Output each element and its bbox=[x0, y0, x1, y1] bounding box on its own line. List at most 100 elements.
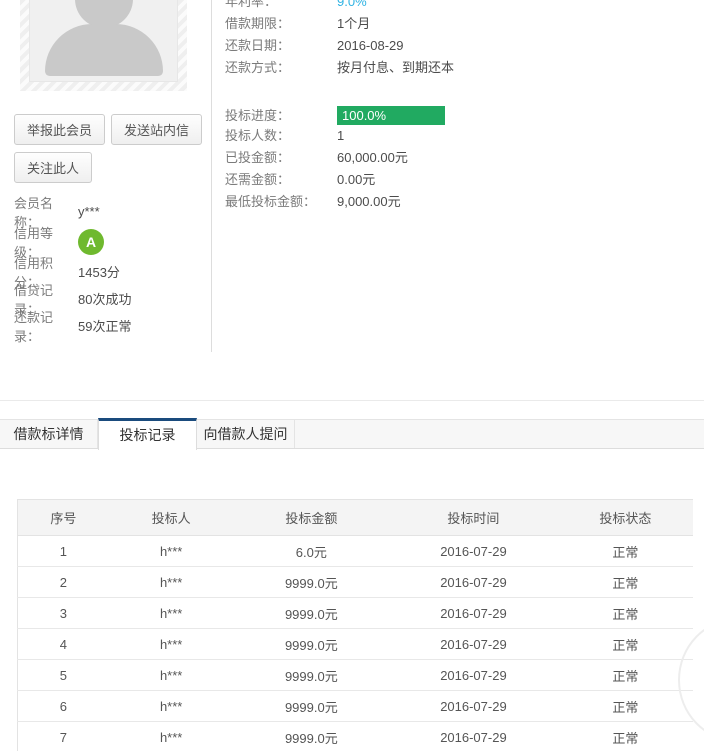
page: 举报此会员发送站内信 关注此人 会员名称： y*** 信用等级： A bbox=[0, 0, 704, 751]
detail-tabs: 借款标详情 投标记录 向借款人提问 bbox=[0, 419, 704, 449]
report-member-button[interactable]: 举报此会员 bbox=[14, 114, 105, 145]
cell-time: 2016-07-29 bbox=[389, 629, 558, 660]
table-row: 7 h*** 9999.0元 2016-07-29 正常 bbox=[18, 722, 694, 751]
cell-amount: 9999.0元 bbox=[234, 629, 389, 660]
field-value: 60,000.00元 bbox=[337, 147, 408, 169]
bid-records-section: 序号 投标人 投标金额 投标时间 投标状态 1 h*** bbox=[17, 499, 693, 751]
cell-bidder: h*** bbox=[109, 722, 234, 751]
table-row: 3 h*** 9999.0元 2016-07-29 正常 bbox=[18, 598, 694, 629]
cell-time: 2016-07-29 bbox=[389, 722, 558, 751]
cell-index: 7 bbox=[18, 722, 109, 751]
send-message-button[interactable]: 发送站内信 bbox=[111, 114, 202, 145]
field-value: 80次成功 bbox=[78, 289, 131, 308]
cell-status: 正常 bbox=[558, 598, 693, 629]
bidding-info-row: 还需金额： 0.00元 bbox=[225, 169, 695, 191]
cell-bidder: h*** bbox=[109, 567, 234, 598]
field-value: 1个月 bbox=[337, 13, 370, 35]
member-profile-panel: 举报此会员发送站内信 关注此人 会员名称： y*** 信用等级： A bbox=[0, 0, 211, 339]
member-info-row: 会员名称： y*** bbox=[14, 198, 211, 225]
field-value: 2016-08-29 bbox=[337, 35, 404, 57]
cell-status: 正常 bbox=[558, 722, 693, 751]
field-value: 0.00元 bbox=[337, 169, 375, 191]
cell-amount: 6.0元 bbox=[234, 536, 389, 567]
column-header: 投标金额 bbox=[234, 500, 389, 536]
person-icon bbox=[45, 24, 163, 76]
field-label: 投标人数： bbox=[225, 125, 337, 147]
cell-index: 1 bbox=[18, 536, 109, 567]
bidding-info-row: 投标人数： 1 bbox=[225, 125, 695, 147]
bidding-info-row: 已投金额： 60,000.00元 bbox=[225, 147, 695, 169]
bidding-info-row: 最低投标金额： 9,000.00元 bbox=[225, 191, 695, 213]
table-row: 1 h*** 6.0元 2016-07-29 正常 bbox=[18, 536, 694, 567]
field-label: 还款日期： bbox=[225, 35, 337, 57]
cell-index: 5 bbox=[18, 660, 109, 691]
cell-amount: 9999.0元 bbox=[234, 660, 389, 691]
loan-info-row: 还款日期： 2016-08-29 bbox=[225, 35, 695, 57]
cell-index: 4 bbox=[18, 629, 109, 660]
field-value: 59次正常 bbox=[78, 316, 131, 335]
cell-status: 正常 bbox=[558, 629, 693, 660]
tab-item[interactable]: 投标记录 bbox=[98, 418, 197, 450]
field-value: 1 bbox=[337, 125, 344, 147]
tab-item[interactable]: 借款标详情 bbox=[0, 420, 98, 448]
column-header: 序号 bbox=[18, 500, 109, 536]
tab-item[interactable]: 向借款人提问 bbox=[197, 420, 295, 448]
follow-member-button[interactable]: 关注此人 bbox=[14, 152, 92, 183]
table-row: 2 h*** 9999.0元 2016-07-29 正常 bbox=[18, 567, 694, 598]
member-info-row: 还款记录： 59次正常 bbox=[14, 312, 211, 339]
profile-actions: 举报此会员发送站内信 关注此人 bbox=[14, 114, 211, 190]
column-header: 投标时间 bbox=[389, 500, 558, 536]
field-value: y*** bbox=[78, 204, 100, 219]
cell-status: 正常 bbox=[558, 660, 693, 691]
table-row: 4 h*** 9999.0元 2016-07-29 正常 bbox=[18, 629, 694, 660]
loan-info-row: 还款方式： 按月付息、到期还本 bbox=[225, 57, 695, 79]
member-info-list: 会员名称： y*** 信用等级： A 信用积分： 1453分 借贷记录 bbox=[14, 198, 211, 339]
loan-info-list: 年利率： 9.0% 借款期限： 1个月 还款日期： 2016-08-29 bbox=[225, 0, 695, 79]
column-header: 投标状态 bbox=[558, 500, 693, 536]
borrower-summary-section: 举报此会员发送站内信 关注此人 会员名称： y*** 信用等级： A bbox=[0, 0, 704, 401]
cell-time: 2016-07-29 bbox=[389, 567, 558, 598]
cell-index: 2 bbox=[18, 567, 109, 598]
cell-bidder: h*** bbox=[109, 598, 234, 629]
field-label: 还需金额： bbox=[225, 169, 337, 191]
cell-index: 6 bbox=[18, 691, 109, 722]
field-label: 最低投标金额： bbox=[225, 191, 337, 213]
bid-records-table: 序号 投标人 投标金额 投标时间 投标状态 1 h*** bbox=[17, 499, 693, 751]
column-header: 投标人 bbox=[109, 500, 234, 536]
cell-time: 2016-07-29 bbox=[389, 536, 558, 567]
field-value: A bbox=[78, 229, 104, 255]
table-row: 5 h*** 9999.0元 2016-07-29 正常 bbox=[18, 660, 694, 691]
loan-info-row: 借款期限： 1个月 bbox=[225, 13, 695, 35]
cell-amount: 9999.0元 bbox=[234, 722, 389, 751]
field-label: 还款方式： bbox=[225, 57, 337, 79]
cell-amount: 9999.0元 bbox=[234, 598, 389, 629]
cell-status: 正常 bbox=[558, 691, 693, 722]
field-label: 借款期限： bbox=[225, 13, 337, 35]
tab-label: 借款标详情 bbox=[14, 426, 84, 442]
bid-progress-bar: 100.0% bbox=[337, 106, 445, 125]
cell-index: 3 bbox=[18, 598, 109, 629]
field-label: 已投金额： bbox=[225, 147, 337, 169]
field-label: 还款记录： bbox=[14, 307, 78, 345]
avatar-placeholder bbox=[29, 0, 178, 82]
table-header-row: 序号 投标人 投标金额 投标时间 投标状态 bbox=[18, 500, 694, 536]
field-value: 1453分 bbox=[78, 262, 120, 281]
bid-progress-row: 投标进度： 100.0% bbox=[225, 106, 695, 125]
cell-bidder: h*** bbox=[109, 629, 234, 660]
cell-time: 2016-07-29 bbox=[389, 660, 558, 691]
cell-bidder: h*** bbox=[109, 536, 234, 567]
table-body: 1 h*** 6.0元 2016-07-29 正常 2 h*** 9999.0元… bbox=[18, 536, 694, 751]
field-label: 年利率： bbox=[225, 0, 337, 13]
cell-time: 2016-07-29 bbox=[389, 598, 558, 629]
cell-amount: 9999.0元 bbox=[234, 691, 389, 722]
cell-bidder: h*** bbox=[109, 691, 234, 722]
table-row: 6 h*** 9999.0元 2016-07-29 正常 bbox=[18, 691, 694, 722]
field-value: 9,000.00元 bbox=[337, 191, 401, 213]
cell-bidder: h*** bbox=[109, 660, 234, 691]
tab-label: 投标记录 bbox=[120, 427, 176, 443]
vertical-divider bbox=[211, 0, 212, 352]
field-value: 9.0% bbox=[337, 0, 367, 13]
cell-status: 正常 bbox=[558, 536, 693, 567]
tab-label: 向借款人提问 bbox=[204, 426, 288, 442]
cell-amount: 9999.0元 bbox=[234, 567, 389, 598]
